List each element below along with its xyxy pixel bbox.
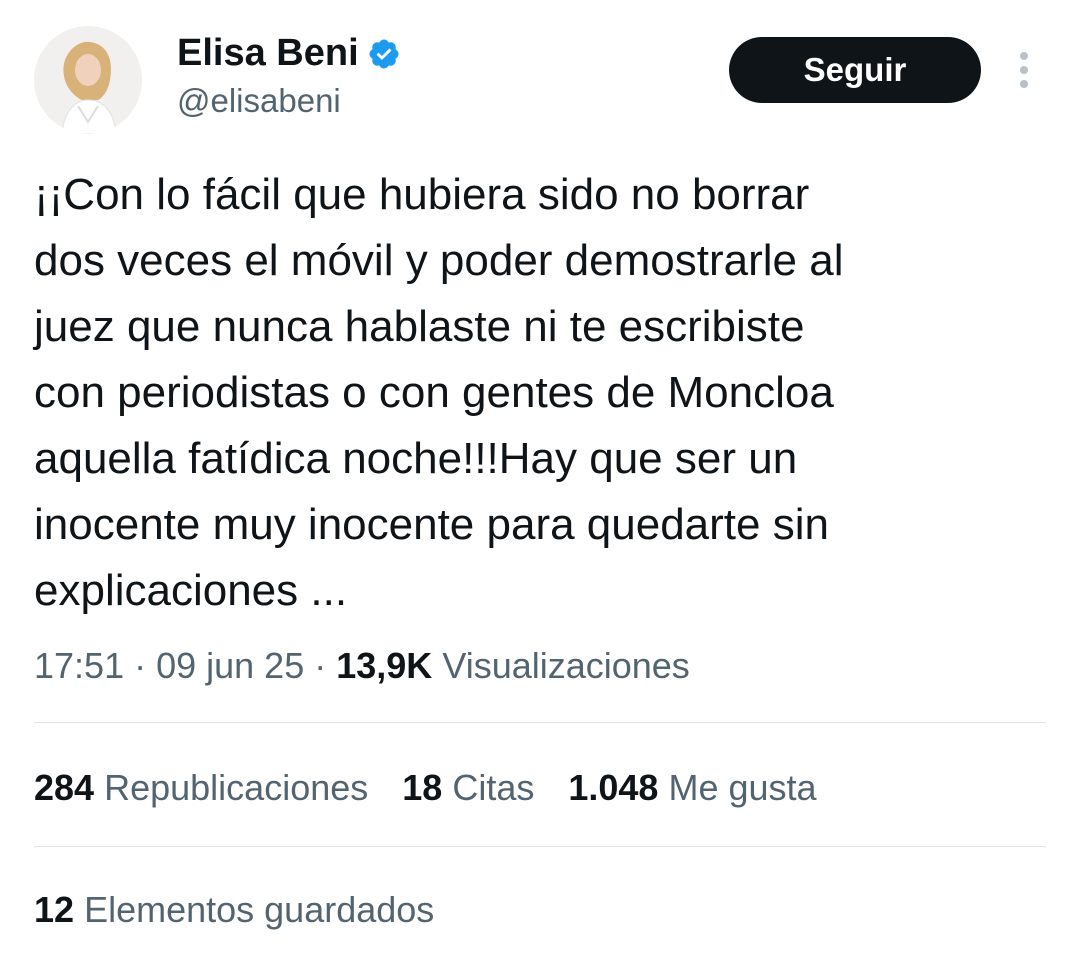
meta-separator: · <box>304 645 337 686</box>
author-name-row[interactable]: Elisa Beni <box>177 30 401 76</box>
bookmarks-count: 12 <box>34 889 75 930</box>
meta-separator: · <box>124 645 157 686</box>
avatar[interactable] <box>34 26 142 134</box>
follow-button[interactable]: Seguir <box>729 37 981 103</box>
views-count: 13,9K <box>336 645 433 686</box>
divider <box>34 722 1046 723</box>
reposts-label: Republicaciones <box>104 767 369 808</box>
quotes-count: 18 <box>402 767 443 808</box>
tweet-time[interactable]: 17:51 <box>34 645 124 686</box>
tweet-date[interactable]: 09 jun 25 <box>156 645 304 686</box>
reposts-count: 284 <box>34 767 95 808</box>
divider <box>34 846 1046 847</box>
tweet-meta: 17:51 · 09 jun 25 · 13,9K Visualizacione… <box>34 640 690 692</box>
quotes-stat[interactable]: 18 Citas <box>402 762 534 814</box>
tweet-text: ¡¡Con lo fácil que hubiera sido no borra… <box>34 170 844 615</box>
author-display-name[interactable]: Elisa Beni <box>177 30 359 76</box>
bookmarks-label: Elementos guardados <box>84 889 435 930</box>
reposts-stat[interactable]: 284 Republicaciones <box>34 762 368 814</box>
likes-label: Me gusta <box>668 767 817 808</box>
more-vertical-icon[interactable] <box>1010 48 1038 92</box>
quotes-label: Citas <box>452 767 535 808</box>
author-handle[interactable]: @elisabeni <box>177 80 341 122</box>
views-label: Visualizaciones <box>442 645 690 686</box>
likes-stat[interactable]: 1.048 Me gusta <box>568 762 816 814</box>
verified-badge-icon <box>367 36 401 70</box>
avatar-image <box>34 26 142 134</box>
engagement-stats: 284 Republicaciones 18 Citas 1.048 Me gu… <box>34 762 851 814</box>
likes-count: 1.048 <box>568 767 659 808</box>
bookmarks-stat[interactable]: 12 Elementos guardados <box>34 884 434 936</box>
